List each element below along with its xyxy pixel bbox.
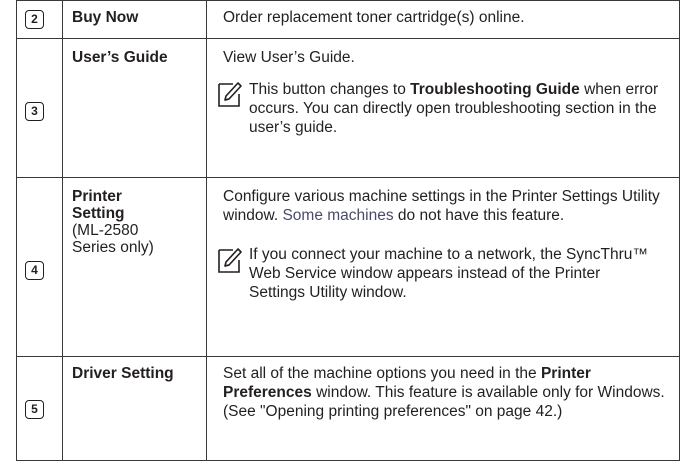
item-description: View User’s Guide. [223, 49, 355, 66]
item-description: Set all of the machine options you need … [223, 365, 665, 420]
note-text: This button changes to Troubleshooting G… [249, 81, 659, 136]
item-number-badge: 4 [25, 261, 44, 280]
item-name: Driver Setting [72, 365, 174, 382]
some-machines-link[interactable]: Some machines [282, 207, 393, 224]
column-divider [62, 0, 63, 461]
item-number-badge: 5 [25, 400, 44, 419]
table-border [16, 460, 680, 461]
row-divider [16, 38, 680, 39]
item-name: User’s Guide [72, 49, 168, 66]
item-number-badge: 2 [25, 10, 44, 29]
table-border [16, 0, 680, 1]
feature-table: 2 Buy Now Order replacement toner cartri… [16, 0, 680, 461]
row-divider [16, 177, 680, 178]
pencil-note-icon [218, 248, 242, 273]
table-border [16, 0, 17, 461]
item-number-badge: 3 [25, 102, 44, 121]
note-text: If you connect your machine to a network… [249, 246, 648, 301]
item-description: Configure various machine settings in th… [223, 188, 660, 224]
pencil-note-icon [218, 82, 242, 107]
item-name: Printer Setting (ML-2580 Series only) [72, 188, 154, 256]
item-description: Order replacement toner cartridge(s) onl… [223, 9, 525, 26]
row-divider [16, 356, 680, 357]
table-border [679, 0, 680, 461]
column-divider [206, 0, 207, 461]
item-name: Buy Now [72, 9, 139, 26]
